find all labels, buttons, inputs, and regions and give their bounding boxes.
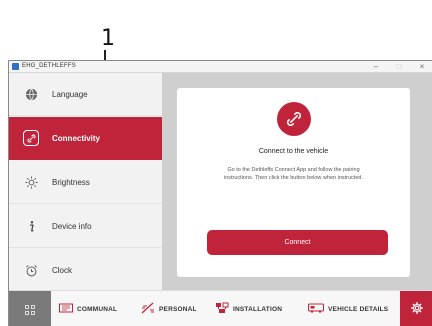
connectivity-card: Connect to the vehicle Go to the Dethlef… bbox=[177, 88, 410, 277]
info-icon bbox=[23, 218, 39, 234]
app-screen: EHG_DETHLEFFS – □ × Language Connectivit… bbox=[8, 60, 432, 326]
window-title: EHG_DETHLEFFS bbox=[22, 63, 76, 69]
callout-number: 1 bbox=[101, 26, 115, 51]
tab-label: COMMUNAL bbox=[77, 306, 118, 313]
tab-label: PERSONAL bbox=[159, 306, 197, 313]
card-instructions: Go to the Dethleffs Connect App and foll… bbox=[223, 167, 363, 181]
tab-personal[interactable]: PERSONAL bbox=[141, 291, 197, 326]
sidebar-item-label: Brightness bbox=[52, 178, 90, 187]
sidebar-item-label: Language bbox=[52, 90, 88, 99]
card-title: Connect to the vehicle bbox=[258, 148, 329, 155]
sidebar-item-label: Clock bbox=[52, 266, 73, 275]
content-area: Connect to the vehicle Go to the Dethlef… bbox=[162, 73, 432, 290]
tab-vehicle-details[interactable]: VEHICLE DETAILS bbox=[308, 291, 388, 326]
grid-icon bbox=[25, 304, 35, 315]
sidebar-item-device-info[interactable]: Device info bbox=[9, 205, 162, 248]
communal-icon bbox=[59, 303, 73, 316]
globe-icon bbox=[23, 86, 39, 102]
gear-icon bbox=[410, 302, 423, 317]
bottom-nav: COMMUNAL PERSONAL INSTALLATION VEHICLE D… bbox=[9, 290, 432, 326]
settings-button[interactable] bbox=[400, 291, 432, 326]
tab-label: VEHICLE DETAILS bbox=[328, 306, 389, 313]
vehicle-icon bbox=[308, 303, 324, 316]
settings-sidebar: Language Connectivity Brightness Device … bbox=[9, 73, 162, 292]
tab-label: INSTALLATION bbox=[233, 306, 283, 313]
maximize-button[interactable]: □ bbox=[390, 61, 408, 73]
tab-communal[interactable]: COMMUNAL bbox=[59, 291, 117, 326]
minimize-button[interactable]: – bbox=[367, 61, 385, 73]
sidebar-item-label: Device info bbox=[52, 222, 92, 231]
sidebar-item-clock[interactable]: Clock bbox=[9, 249, 162, 292]
personal-icon bbox=[141, 302, 155, 317]
sidebar-item-brightness[interactable]: Brightness bbox=[9, 161, 162, 204]
alarm-clock-icon bbox=[23, 262, 39, 278]
app-logo-icon bbox=[12, 63, 19, 70]
sidebar-item-language[interactable]: Language bbox=[9, 73, 162, 116]
window-titlebar: EHG_DETHLEFFS – □ × bbox=[9, 61, 432, 73]
tab-installation[interactable]: INSTALLATION bbox=[215, 291, 282, 326]
apps-grid-button[interactable] bbox=[9, 291, 51, 326]
sidebar-item-connectivity[interactable]: Connectivity bbox=[9, 117, 162, 160]
link-icon bbox=[23, 130, 39, 146]
link-icon bbox=[277, 102, 311, 136]
sidebar-item-label: Connectivity bbox=[52, 134, 101, 143]
connect-button[interactable]: Connect bbox=[207, 230, 388, 255]
sun-icon bbox=[23, 174, 39, 190]
installation-icon bbox=[215, 302, 229, 317]
close-button[interactable]: × bbox=[413, 61, 431, 73]
